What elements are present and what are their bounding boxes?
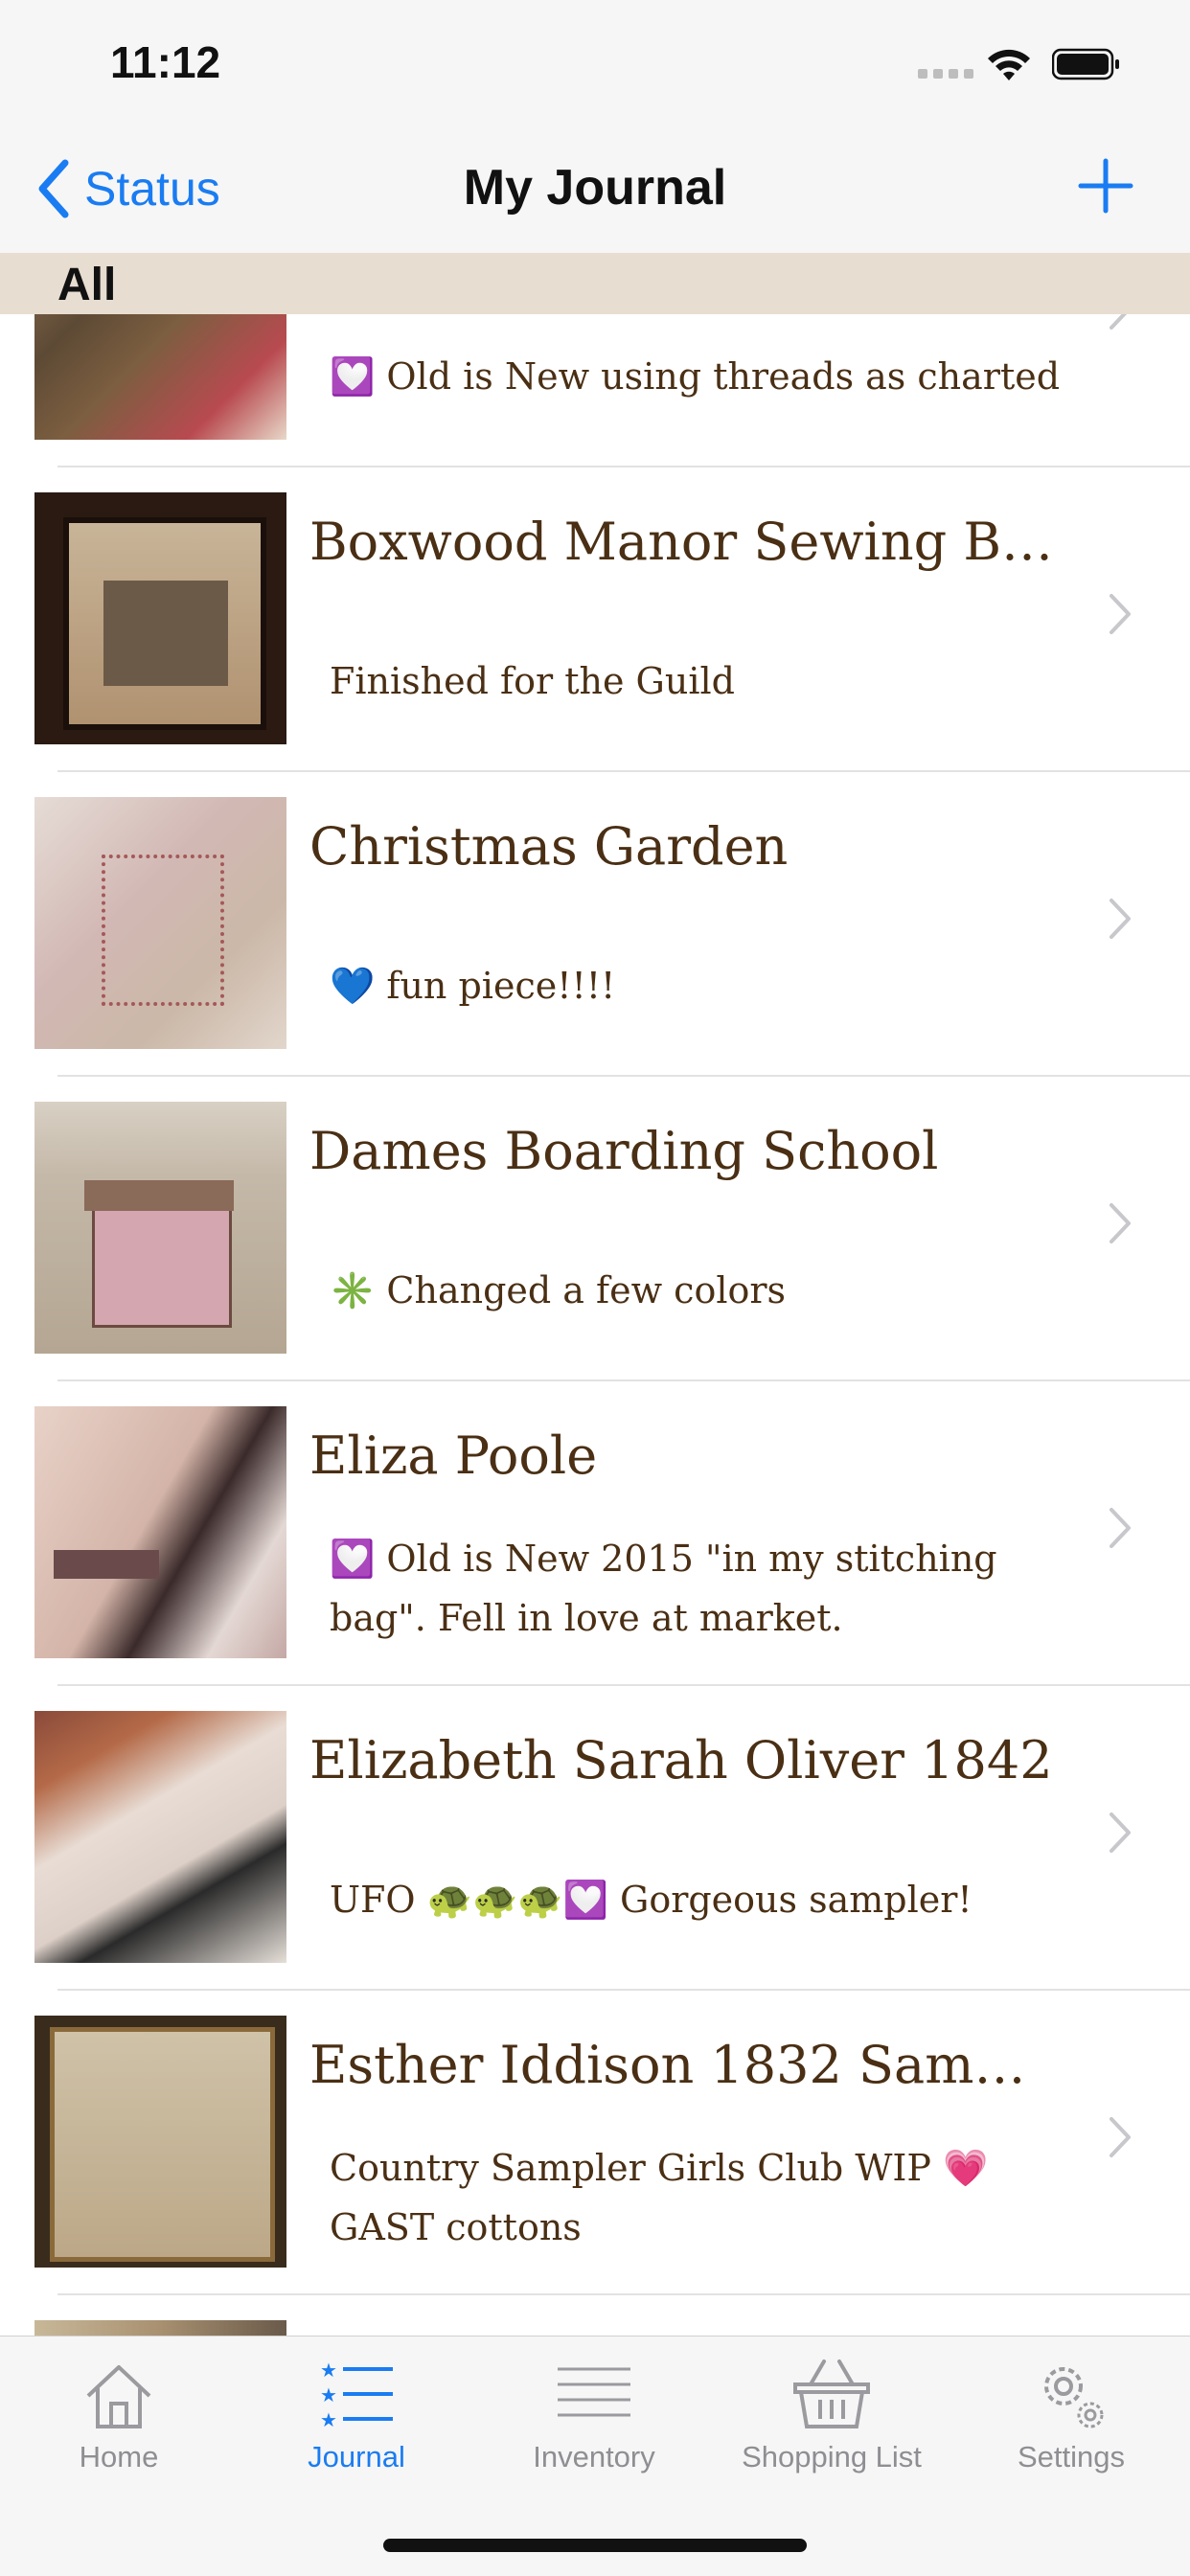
project-note: 💙 fun piece!!!! <box>330 965 616 1007</box>
tab-label: Inventory <box>533 2440 655 2473</box>
wifi-icon <box>988 49 1030 80</box>
cellular-signal-icon <box>918 69 973 79</box>
section-label: All <box>57 260 117 310</box>
list-item[interactable]: Elizabeth Sarah Oliver 1842 UFO 🐢🐢🐢💟 Gor… <box>0 1686 1190 1991</box>
tab-shopping-list[interactable]: Shopping List <box>713 2356 950 2474</box>
project-thumbnail <box>34 797 286 1049</box>
project-title: Christmas Garden <box>309 816 789 877</box>
home-indicator <box>383 2539 807 2552</box>
chevron-right-icon <box>1110 314 1128 330</box>
section-header: All <box>0 253 1190 314</box>
battery-icon <box>1052 48 1119 80</box>
house-icon <box>86 2365 151 2428</box>
tab-settings[interactable]: Settings <box>952 2356 1190 2474</box>
project-thumbnail <box>34 1102 286 1354</box>
star-list-icon: ★ ★ ★ <box>320 2359 393 2431</box>
basket-icon <box>793 2359 870 2428</box>
list-icon <box>558 2367 630 2417</box>
project-note: ✳️ Changed a few colors <box>330 1269 787 1311</box>
project-thumbnail <box>34 492 286 744</box>
svg-text:★: ★ <box>320 2359 337 2382</box>
project-title: Dames Boarding School <box>309 1121 939 1181</box>
project-note: 💟 Old is New using threads as charted <box>330 355 1061 398</box>
tab-journal[interactable]: ★ ★ ★ Journal <box>238 2356 475 2474</box>
navigation-bar: Status My Journal <box>0 134 1190 254</box>
list-item[interactable]: Eliza Poole 💟 Old is New 2015 "in my sti… <box>0 1381 1190 1686</box>
svg-text:★: ★ <box>320 2408 337 2431</box>
tab-label: Home <box>79 2440 159 2473</box>
chevron-right-icon <box>1110 2117 1131 2157</box>
project-thumbnail <box>34 2016 286 2268</box>
page-title: My Journal <box>463 160 727 216</box>
add-icon[interactable] <box>1077 157 1134 215</box>
gear-icon <box>1044 2367 1104 2428</box>
tab-label: Shopping List <box>742 2440 922 2473</box>
project-thumbnail <box>34 1406 286 1658</box>
chevron-right-icon <box>1110 899 1131 939</box>
chevron-right-icon <box>1110 1812 1131 1853</box>
list-item[interactable]: Dames Boarding School ✳️ Changed a few c… <box>0 1077 1190 1381</box>
project-title: Elizabeth Sarah Oliver 1842 <box>309 1730 1053 1790</box>
project-note: Country Sampler Girls Club WIP 💗 GAST co… <box>330 2147 989 2248</box>
chevron-right-icon <box>1110 1203 1131 1243</box>
tab-label: Settings <box>1017 2440 1125 2473</box>
list-item[interactable]: Esther Iddison 1832 Sampler Country Samp… <box>0 1991 1190 2295</box>
svg-text:★: ★ <box>320 2383 337 2406</box>
chevron-right-icon <box>1110 1508 1131 1548</box>
project-title: Boxwood Manor Sewing Book &... <box>309 512 1057 572</box>
chevron-right-icon <box>1110 594 1131 634</box>
list-item[interactable]: Christmas Garden 💙 fun piece!!!! <box>0 772 1190 1077</box>
tab-inventory[interactable]: Inventory <box>475 2356 713 2474</box>
project-title: Eliza Poole <box>309 1425 598 1486</box>
list-item[interactable]: Boxwood Manor Sewing Book &... Finished … <box>0 467 1190 772</box>
status-time: 11:12 <box>110 37 221 87</box>
project-note: 💟 Old is New 2015 "in my stitching bag".… <box>330 1538 997 1639</box>
project-thumbnail <box>34 1711 286 1963</box>
list-item[interactable]: 💟 Old is New using threads as charted <box>0 314 1190 467</box>
tab-label: Journal <box>308 2440 405 2473</box>
project-note: Finished for the Guild <box>330 660 735 702</box>
journal-list[interactable]: 💟 Old is New using threads as charted Bo… <box>0 314 1190 2336</box>
list-item[interactable] <box>0 2295 1190 2336</box>
project-title: Esther Iddison 1832 Sampler <box>309 2035 1057 2095</box>
tab-home[interactable]: Home <box>0 2356 238 2474</box>
project-thumbnail <box>34 2320 286 2336</box>
project-note: UFO 🐢🐢🐢💟 Gorgeous sampler! <box>330 1879 973 1921</box>
project-thumbnail <box>34 314 286 440</box>
status-bar: 11:12 <box>0 0 1190 134</box>
